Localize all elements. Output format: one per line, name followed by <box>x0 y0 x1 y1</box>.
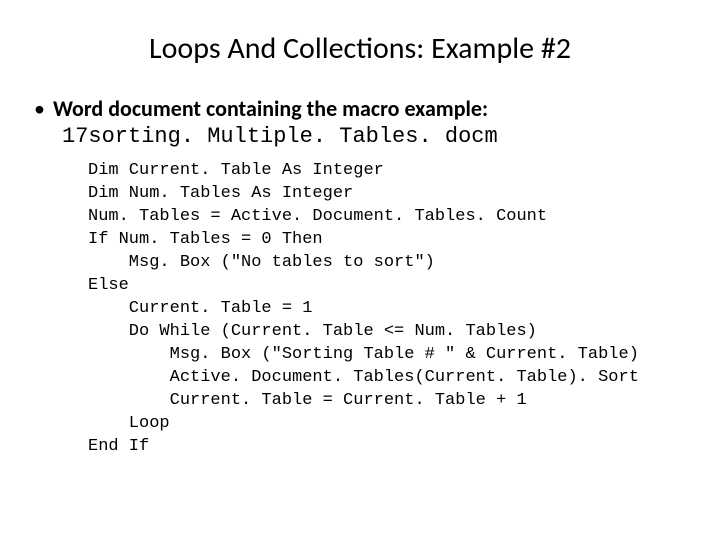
code-block: Dim Current. Table As Integer Dim Num. T… <box>88 159 680 458</box>
bullet-text: Word document containing the macro examp… <box>53 95 488 123</box>
bullet-item: • Word document containing the macro exa… <box>34 95 680 123</box>
filename-text: 17sorting. Multiple. Tables. docm <box>62 123 680 151</box>
slide-title: Loops And Collections: Example #2 <box>40 30 680 67</box>
bullet-marker: • <box>34 95 45 123</box>
slide: Loops And Collections: Example #2 • Word… <box>0 0 720 540</box>
